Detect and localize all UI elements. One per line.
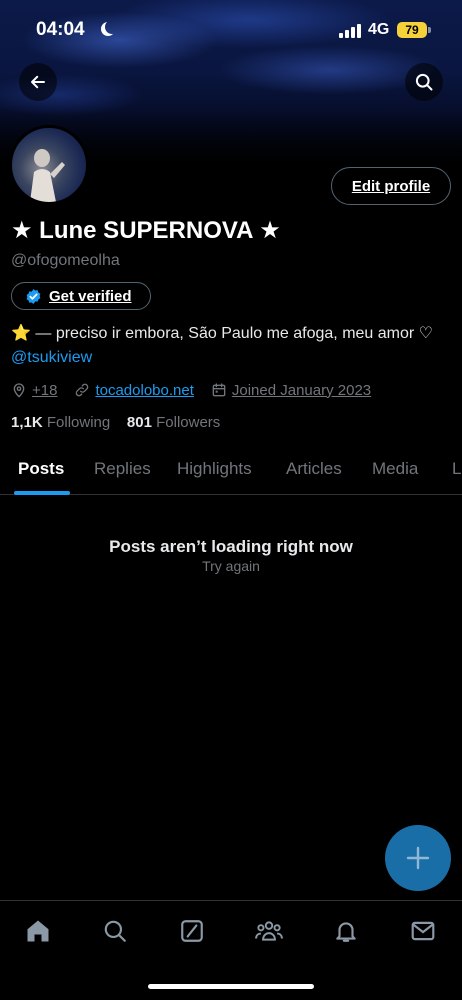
location-item: +18 xyxy=(11,382,57,399)
tab-articles[interactable]: Articles xyxy=(286,459,342,479)
verified-badge-icon xyxy=(26,288,41,304)
network-type: 4G xyxy=(368,21,390,38)
user-handle: @ofogomeolha xyxy=(11,252,120,269)
website-item[interactable]: tocadolobo.net xyxy=(74,382,194,399)
feed-error-title: Posts aren’t loading right now xyxy=(109,537,353,556)
signal-icon xyxy=(339,24,361,38)
profile-bio: ⭐ — preciso ir embora, São Paulo me afog… xyxy=(11,322,451,370)
get-verified-button[interactable]: Get verified xyxy=(11,282,151,310)
followers-label: Followers xyxy=(156,414,221,431)
nav-grok[interactable] xyxy=(178,917,206,945)
active-tab-indicator xyxy=(14,491,70,495)
status-bar: 04:04 4G 79 xyxy=(0,0,462,60)
grok-icon xyxy=(181,920,203,942)
bio-text: ⭐ — preciso ir embora, São Paulo me afog… xyxy=(11,325,433,342)
nav-notifications[interactable] xyxy=(332,917,360,945)
profile-tabs: Posts Replies Highlights Articles Media … xyxy=(0,446,462,495)
moon-icon xyxy=(105,20,119,34)
avatar-photo xyxy=(30,149,65,202)
tab-highlights[interactable]: Highlights xyxy=(177,459,252,479)
followers-count: 801 xyxy=(126,414,152,431)
tab-media[interactable]: Media xyxy=(372,459,418,479)
battery-icon: 79 xyxy=(397,22,427,38)
back-button[interactable] xyxy=(19,63,57,101)
home-indicator[interactable] xyxy=(148,984,314,989)
nav-messages[interactable] xyxy=(409,917,437,945)
search-icon xyxy=(415,73,433,91)
follow-stats: 1,1K Following 801 Followers xyxy=(11,414,220,431)
search-button[interactable] xyxy=(405,63,443,101)
avatar[interactable] xyxy=(9,125,89,205)
following-count: 1,1K xyxy=(11,414,43,431)
nav-home[interactable] xyxy=(24,917,52,945)
tab-posts[interactable]: Posts xyxy=(18,459,64,479)
website-link[interactable]: tocadolobo.net xyxy=(95,382,193,399)
location-text: +18 xyxy=(32,381,58,399)
nav-search[interactable] xyxy=(101,917,129,945)
joined-date: Joined January 2023 xyxy=(231,381,372,399)
plus-icon xyxy=(406,846,430,870)
tab-likes[interactable]: L xyxy=(452,459,461,479)
edit-profile-button[interactable]: Edit profile xyxy=(331,167,451,205)
bio-mention-link[interactable]: @tsukiview xyxy=(11,349,92,366)
battery-tip xyxy=(428,27,431,33)
bell-icon xyxy=(336,922,356,942)
mail-icon xyxy=(411,921,435,941)
status-time: 04:04 xyxy=(36,19,85,40)
joined-item: Joined January 2023 xyxy=(211,382,371,399)
communities-icon xyxy=(255,921,283,941)
followers-stat[interactable]: 801 Followers xyxy=(127,414,220,431)
location-pin-icon xyxy=(13,383,25,398)
link-icon xyxy=(76,383,89,397)
nav-communities[interactable] xyxy=(255,917,283,945)
search-icon xyxy=(104,920,126,942)
following-label: Following xyxy=(46,414,111,431)
compose-button[interactable] xyxy=(385,825,451,891)
following-stat[interactable]: 1,1K Following xyxy=(11,414,110,431)
calendar-icon xyxy=(212,383,226,397)
display-name: ★ Lune SUPERNOVA ★ xyxy=(11,217,281,244)
try-again-button[interactable]: Try again xyxy=(0,558,462,574)
back-arrow-icon xyxy=(31,75,45,89)
profile-meta: +18 tocadolobo.net Joined January 2023 xyxy=(11,380,388,400)
get-verified-label: Get verified xyxy=(49,287,132,305)
tab-replies[interactable]: Replies xyxy=(94,459,151,479)
home-icon xyxy=(27,920,49,942)
